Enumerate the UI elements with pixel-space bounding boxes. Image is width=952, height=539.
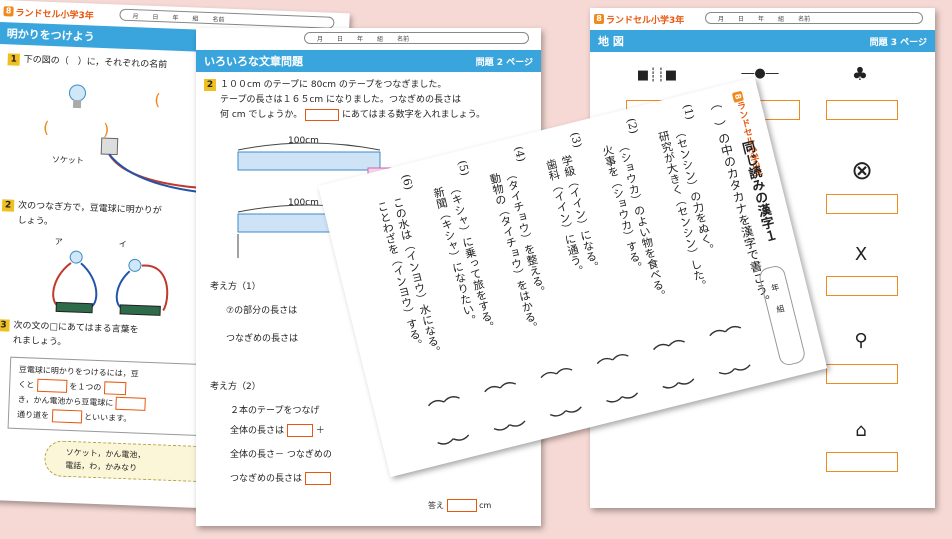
- brand-logo: 8 ランドセル小学3年: [3, 5, 94, 21]
- circle-cross-symbol-icon: ⊗: [851, 156, 873, 186]
- museum-symbol-icon: ⌂: [855, 420, 867, 441]
- page-title: 地 図: [598, 35, 624, 48]
- power-plant-symbol-icon: ⚲: [854, 330, 868, 351]
- trefoil-symbol-icon: ♣: [851, 64, 869, 85]
- page-number: 問題 2 ページ: [475, 57, 533, 68]
- worksheet-collage: 8 ランドセル小学3年 月日年組名前 明かりをつけよう 1 下の図の（ ）に，それぞ…: [0, 0, 952, 539]
- answer-box[interactable]: [826, 452, 898, 472]
- answer-blank[interactable]: [103, 381, 127, 396]
- method-2-heading: 考え方（2）: [210, 382, 261, 392]
- method-1-heading: 考え方（1）: [210, 282, 261, 292]
- cross-symbol-icon: X: [854, 244, 868, 265]
- electric-circuit-symbol-icon: ■┊┊■: [636, 68, 678, 83]
- logo-mark-icon: 8: [594, 14, 604, 24]
- word-bank: ソケット，かん電池， 電話，わ，かみなり: [43, 440, 216, 483]
- answer-box[interactable]: [826, 276, 898, 296]
- answer-box[interactable]: [826, 100, 898, 120]
- logo-mark-icon: 8: [3, 6, 14, 17]
- page-title: いろいろな文章問題: [204, 55, 303, 68]
- bulb-icon: [68, 84, 86, 109]
- answer-box[interactable]: [826, 364, 898, 384]
- fuse-symbol-icon: ―●―: [741, 66, 779, 81]
- answer-blank[interactable]: [115, 396, 147, 411]
- answer-blank[interactable]: [305, 108, 340, 121]
- answer-blank[interactable]: [286, 424, 313, 437]
- title-bar: いろいろな文章問題 問題 2 ページ: [196, 50, 541, 72]
- answer-box[interactable]: [826, 194, 898, 214]
- date-name-box: 月日年組名前: [304, 32, 529, 44]
- circuit-i-illustration: [115, 258, 169, 316]
- title-bar: 地 図 問題 3 ページ: [590, 30, 935, 52]
- page-number: 問題 3 ページ: [869, 37, 927, 48]
- page-title: 明かりをつけよう: [6, 27, 95, 44]
- answer-blank[interactable]: [304, 472, 331, 485]
- circuit-a-illustration: [52, 250, 98, 314]
- answer-blank[interactable]: [446, 499, 477, 512]
- date-name-box: 月日年組名前: [705, 12, 923, 24]
- brand-logo: 8 ランドセル小学3年: [594, 13, 684, 26]
- circle-i-icon: ⑦: [226, 306, 235, 316]
- answer-blank[interactable]: [36, 378, 68, 393]
- circuit-label-i: イ: [118, 239, 127, 250]
- circuit-label-a: ア: [54, 237, 63, 247]
- socket-label: ソケット: [51, 155, 85, 166]
- answer-blank[interactable]: [51, 409, 82, 424]
- question-2: 2 １００cm のテープに 80cm のテープをつなぎました。: [204, 78, 446, 93]
- name-box: 年 組: [757, 263, 807, 368]
- question-1: 1 下の図の（ ）に，それぞれの名前: [7, 52, 167, 73]
- answer-row: 答え cm: [428, 499, 492, 512]
